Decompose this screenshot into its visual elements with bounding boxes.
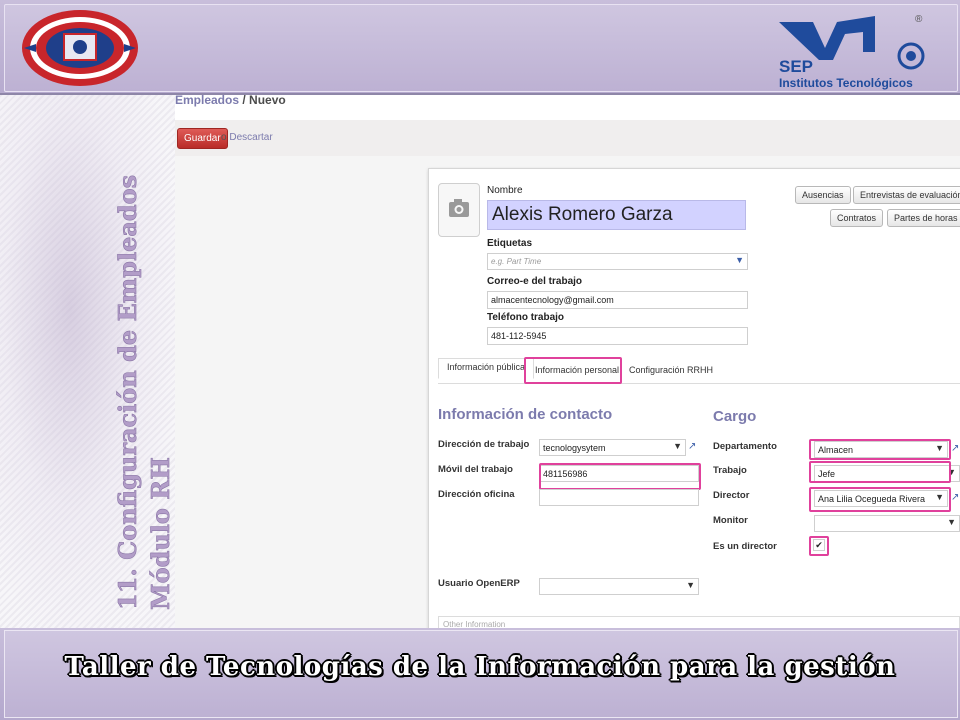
name-label: Nombre — [487, 185, 523, 196]
openerp-user-label: Usuario OpenERP — [438, 578, 520, 589]
is-manager-label: Es un director — [713, 541, 777, 552]
external-link-icon[interactable]: ↗ — [951, 444, 960, 454]
footer-title: Taller de Tecnologías de la Información … — [64, 652, 896, 682]
camera-icon — [449, 199, 469, 217]
dropdown-arrow-icon[interactable]: ▼ — [735, 254, 744, 266]
external-link-icon[interactable]: ↗ — [688, 442, 700, 452]
name-input[interactable]: Alexis Romero Garza — [487, 200, 746, 230]
highlight-is-manager — [809, 536, 829, 556]
tabs-divider — [438, 383, 960, 384]
tags-placeholder: e.g. Part Time — [491, 257, 542, 266]
manager-label: Director — [713, 490, 750, 501]
external-link-icon[interactable]: ↗ — [951, 493, 960, 503]
itcv-seal-icon — [22, 10, 138, 86]
itcv-logo — [20, 8, 140, 88]
tab-public-info[interactable]: Información pública — [438, 358, 535, 379]
registered-mark: ® — [915, 14, 923, 25]
openerp-user-select[interactable]: ▼ — [539, 578, 699, 595]
tab-hr-settings[interactable]: Configuración RRHH — [629, 365, 713, 375]
breadcrumb-separator: / — [239, 93, 250, 107]
highlight-job — [809, 461, 951, 483]
work-address-label: Dirección de trabajo — [438, 439, 530, 450]
employee-photo[interactable] — [438, 183, 480, 237]
vertical-title-line1: 11. Configuración de Empleados — [113, 175, 142, 610]
highlight-mobile — [539, 463, 701, 490]
absences-button[interactable]: Ausencias — [795, 186, 851, 204]
mobile-label: Móvil del trabajo — [438, 464, 513, 475]
timesheets-button[interactable]: Partes de horas — [887, 209, 960, 227]
email-field[interactable]: almacentecnology@gmail.com — [487, 291, 748, 309]
dropdown-arrow-icon[interactable]: ▼ — [947, 516, 956, 528]
discard-link[interactable]: Descartar — [229, 132, 272, 143]
vertical-title-line2: Módulo RH — [146, 457, 175, 610]
vertical-slide-title: 11. Configuración de Empleados Módulo RH — [103, 135, 183, 615]
sep-logo: SEP Institutos Tecnológicos ® — [775, 8, 935, 90]
breadcrumb: Empleados / Nuevo — [175, 93, 286, 107]
job-label: Trabajo — [713, 465, 747, 476]
evaluations-button[interactable]: Entrevistas de evaluación — [853, 186, 960, 204]
work-address-value: tecnologysytem — [543, 443, 606, 453]
dropdown-arrow-icon[interactable]: ▼ — [673, 440, 682, 452]
sep-institutos-logo-icon: SEP Institutos Tecnológicos ® — [779, 14, 925, 90]
contracts-button[interactable]: Contratos — [830, 209, 884, 227]
dropdown-arrow-icon[interactable]: ▼ — [686, 579, 695, 591]
department-label: Departamento — [713, 441, 777, 452]
work-address-select[interactable]: tecnologysytem ▼ — [539, 439, 686, 456]
highlight-personal-tab — [524, 357, 622, 384]
tags-input[interactable]: e.g. Part Time ▼ — [487, 253, 748, 270]
coach-select[interactable]: ▼ — [814, 515, 960, 532]
office-label: Dirección oficina — [438, 489, 515, 500]
office-field[interactable] — [539, 489, 699, 506]
form-toolbar — [175, 120, 960, 157]
email-label: Correo-e del trabajo — [487, 276, 583, 287]
contact-section-title: Información de contacto — [438, 406, 613, 423]
sep-logo-text: SEP — [779, 57, 813, 76]
phone-label: Teléfono trabajo — [487, 312, 565, 323]
coach-label: Monitor — [713, 515, 748, 526]
discard-group: o Descartar — [221, 132, 273, 143]
position-section-title: Cargo — [713, 408, 757, 425]
breadcrumb-current: Nuevo — [249, 93, 286, 107]
phone-field[interactable]: 481-112-5945 — [487, 327, 748, 345]
or-label: o — [221, 132, 227, 143]
breadcrumb-parent[interactable]: Empleados — [175, 93, 239, 107]
sep-logo-subtext: Institutos Tecnológicos — [779, 76, 913, 90]
highlight-manager — [809, 487, 951, 512]
highlight-department — [809, 439, 951, 460]
tags-label: Etiquetas — [487, 238, 533, 249]
